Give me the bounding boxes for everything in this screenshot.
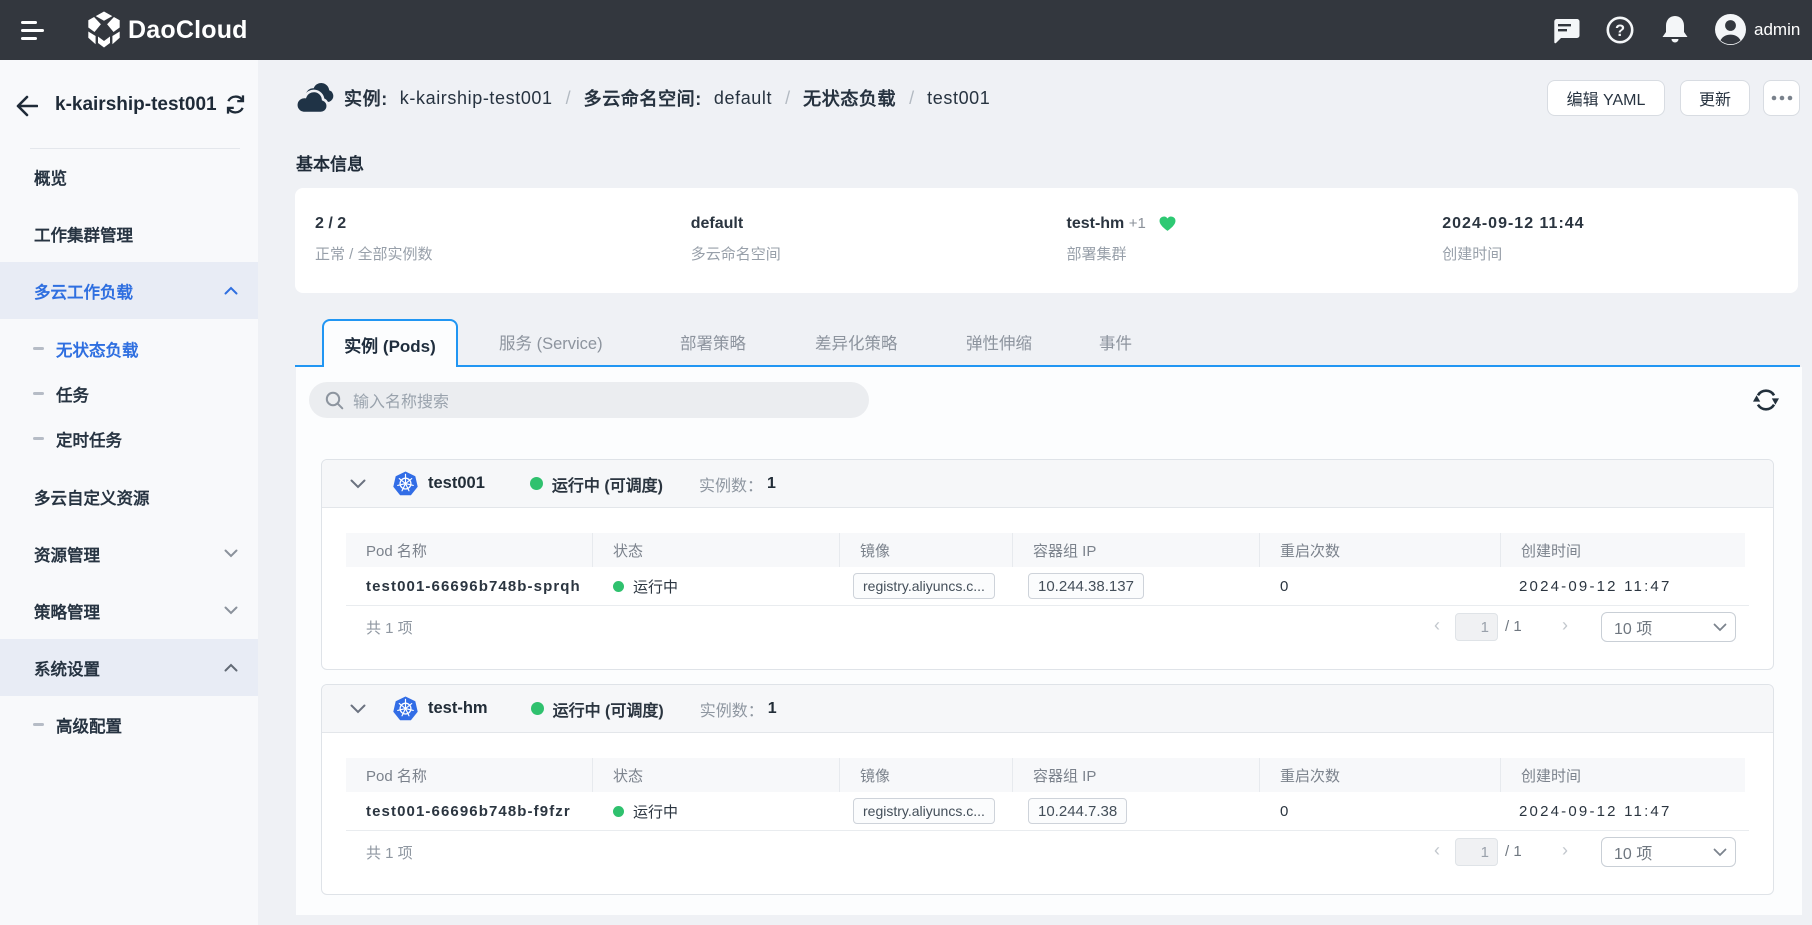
svg-text:?: ? <box>1615 22 1625 40</box>
